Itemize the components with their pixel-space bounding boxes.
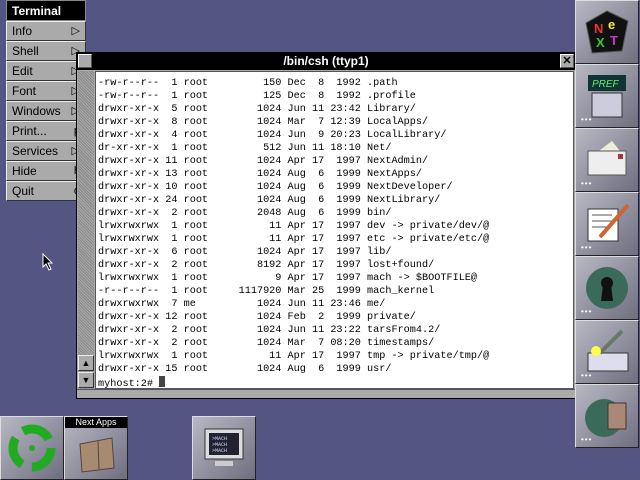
menu-item-font[interactable]: Font▷ [6,81,86,101]
output-line: drwxr-xr-x 12 root 1024 Feb 2 1999 priva… [98,312,416,323]
svg-text:PREF: PREF [592,79,620,90]
terminal-output[interactable]: -rw-r--r-- 1 root 150 Dec 8 1992 .path -r… [95,71,574,390]
dock-browser[interactable]: ••• [575,384,639,448]
globe-book-icon [585,399,627,437]
menu-item-print[interactable]: Print...p [6,121,86,141]
miniaturize-button[interactable] [78,54,92,68]
dock-userinfo[interactable]: ••• [575,320,639,384]
svg-text:>MACH: >MACH [212,448,227,454]
folder-label: Next Apps [65,417,127,428]
output-line: drwxr-xr-x 2 root 8192 Apr 17 1997 lost+… [98,260,435,271]
output-line: drwxr-xr-x 13 root 1024 Aug 6 1999 NextA… [98,169,423,180]
output-line: drwxr-xr-x 8 root 1024 Mar 7 12:39 Local… [98,117,429,128]
output-line: drwxr-xr-x 5 root 1024 Jun 11 23:42 Libr… [98,104,416,115]
terminal-window: /bin/csh (ttyp1) ✕ ▲ ▼ -rw-r--r-- 1 root… [76,52,576,399]
menu-item-label: Shell [12,44,39,58]
output-line: dr-xr-xr-x 1 root 512 Jun 11 18:10 Net/ [98,143,392,154]
menu-item-shell[interactable]: Shell ▷ [6,41,86,61]
menu-item-label: Hide [12,164,37,178]
output-line: lrwxrwxrwx 1 root 11 Apr 17 1997 etc -> … [98,234,490,245]
menu-item-label: Edit [12,64,33,78]
resize-bar[interactable] [77,389,575,398]
svg-text:N: N [594,21,603,36]
form-pen-icon [587,329,629,372]
output-line: drwxr-xr-x 2 root 1024 Jun 11 23:22 tars… [98,325,441,336]
recycle-icon [8,424,56,472]
mail-icon [587,141,627,176]
mouse-pointer-icon [42,253,54,271]
terminal-menu: Terminal Info▷Shell▷Edit▷Font▷Windows▷Pr… [6,0,86,201]
dock-edit[interactable]: ••• [575,192,639,256]
svg-text:e: e [608,17,615,32]
globe-keyhole-icon [586,267,628,309]
output-line: lrwxrwxrwx 1 root 11 Apr 17 1997 dev -> … [98,221,490,232]
output-line: drwxr-xr-x 2 root 1024 Mar 7 08:20 times… [98,338,435,349]
output-line: -r--r--r-- 1 root 1117920 Mar 25 1999 ma… [98,286,435,297]
menu-item-label: Print... [12,124,47,138]
menu-item-edit[interactable]: Edit▷ [6,61,86,81]
window-title: /bin/csh (ttyp1) [283,54,369,68]
menu-item-label: Windows [12,104,61,118]
terminal-monitor-icon: >MACH>MACH>MACH [204,428,244,466]
output-line: drwxr-xr-x 15 root 1024 Aug 6 1999 usr/ [98,364,392,375]
output-line: -rw-r--r-- 1 root 150 Dec 8 1992 .path [98,78,398,89]
close-button[interactable]: ✕ [560,54,574,68]
output-line: drwxr-xr-x 6 root 1024 Apr 17 1997 lib/ [98,247,392,258]
dock-preferences[interactable]: PREF ••• [575,64,639,128]
output-line: drwxr-xr-x 4 root 1024 Jun 9 20:23 Local… [98,130,447,141]
vertical-scrollbar[interactable]: ▲ ▼ [78,71,94,389]
scroll-up-button[interactable]: ▲ [78,355,94,371]
next-apps-folder[interactable]: Next Apps [64,416,128,480]
folder-icon [79,437,115,473]
text-cursor [159,376,166,387]
terminal-app-icon[interactable]: >MACH >MACH >MACH [192,416,256,480]
svg-text:T: T [610,33,618,48]
preferences-icon: PREF [588,75,626,118]
menu-item-services[interactable]: Services▷ [6,141,86,161]
output-line: drwxr-xr-x 10 root 1024 Aug 6 1999 NextD… [98,182,453,193]
svg-text:X: X [596,35,605,50]
scroll-down-button[interactable]: ▼ [78,372,94,388]
next-cube-icon: NeX T [585,10,629,54]
output-line: drwxr-xr-x 24 root 1024 Aug 6 1999 NextL… [98,195,441,206]
menu-item-hide[interactable]: Hideh [6,161,86,181]
menu-item-label: Font [12,84,37,98]
output-line: drwxr-xr-x 11 root 1024 Apr 17 1997 Next… [98,156,429,167]
output-line: lrwxrwxrwx 1 root 11 Apr 17 1997 tmp -> … [98,351,490,362]
output-line: -rw-r--r-- 1 root 125 Dec 8 1992 .profil… [98,91,416,102]
edit-document-icon [587,203,630,242]
menu-item-windows[interactable]: Windows▷ [6,101,86,121]
menu-item-label: Info [12,24,33,38]
dock-mail[interactable]: ••• [575,128,639,192]
dock-next-logo[interactable]: NeXT [575,0,639,64]
menu-item-label: Quit [12,184,35,198]
menu-item-label: Services [12,144,59,158]
window-titlebar[interactable]: /bin/csh (ttyp1) ✕ [77,53,575,70]
menu-item-info[interactable]: Info ▷ [6,21,86,41]
output-line: drwxrwxrwx 7 me 1024 Jun 11 23:46 me/ [98,299,386,310]
recycler[interactable] [0,416,64,480]
output-line: drwxr-xr-x 2 root 2048 Aug 6 1999 bin/ [98,208,392,219]
output-line: lrwxrwxrwx 1 root 9 Apr 17 1997 mach -> … [98,273,478,284]
menu-item-quit[interactable]: Quitq [6,181,86,201]
menu-title: Terminal [6,0,86,21]
menu-item-key: ▷ [71,25,80,37]
dock-netinfo[interactable]: ••• [575,256,639,320]
